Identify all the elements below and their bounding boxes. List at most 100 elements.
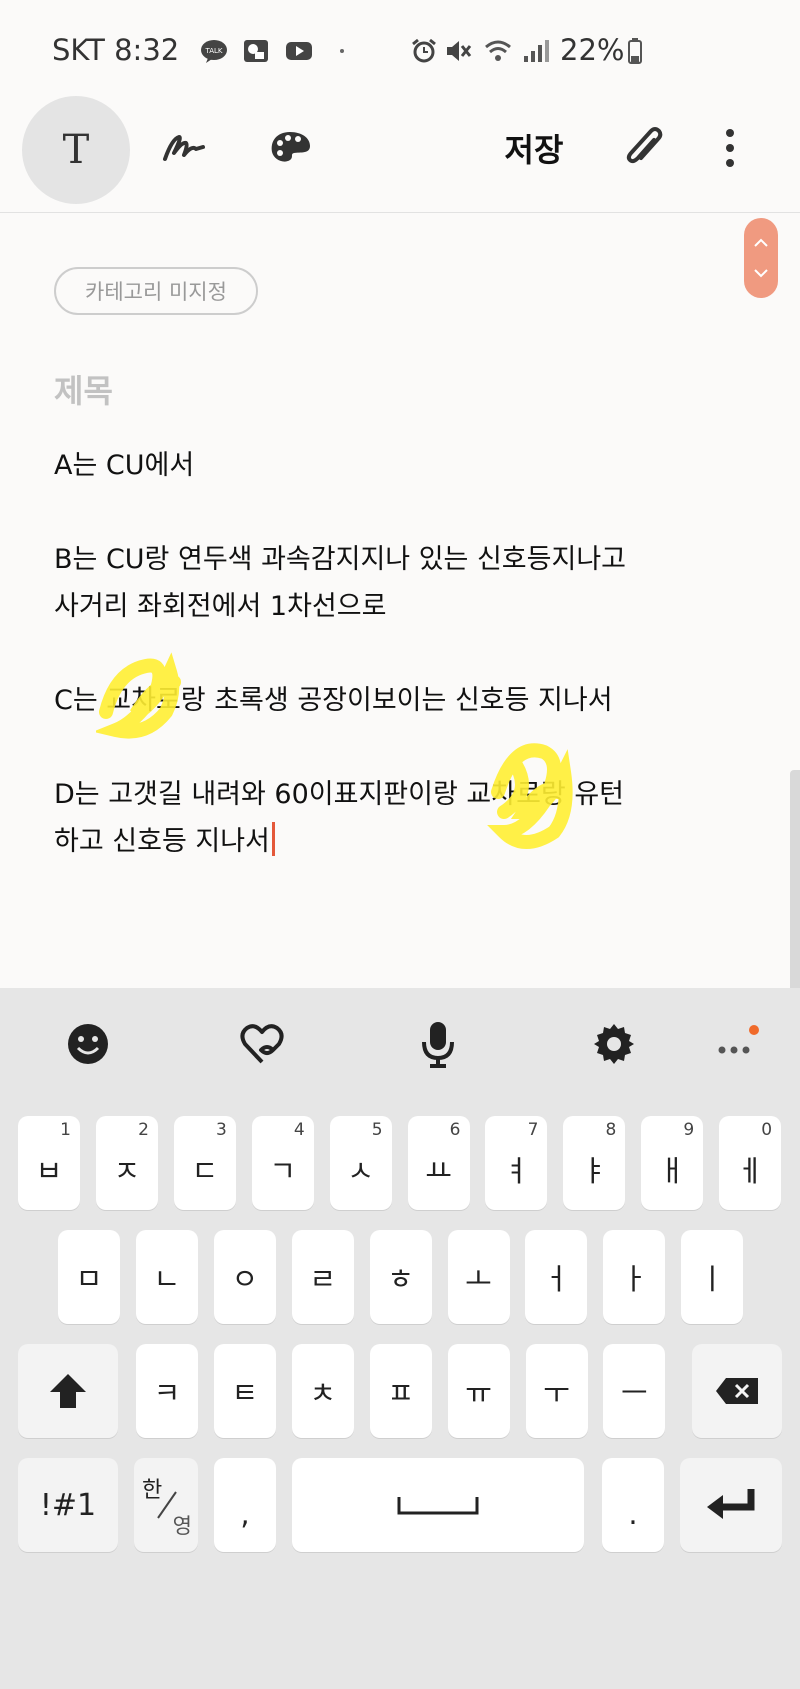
key-label: ㅌ <box>231 1376 259 1410</box>
key[interactable]: ㄹ <box>291 1230 354 1324</box>
lang-bottom-label: 영 <box>172 1514 192 1538</box>
dot-icon <box>340 49 344 53</box>
key-number: 4 <box>293 1120 305 1140</box>
key-label: ㅂ <box>35 1154 63 1188</box>
key[interactable]: 9ㅐ <box>641 1116 704 1210</box>
note-line: 사거리 좌회전에서 1차선으로 <box>54 591 387 622</box>
period-key[interactable]: . <box>602 1458 664 1552</box>
svg-text:TALK: TALK <box>204 47 222 55</box>
keyboard-settings-button[interactable] <box>590 1020 638 1068</box>
more-options-button[interactable] <box>712 1020 760 1068</box>
note-toolbar: T 저장 <box>0 96 800 213</box>
scroll-handle[interactable] <box>744 218 778 298</box>
key[interactable]: ㅋ <box>136 1344 198 1438</box>
key[interactable]: ㅍ <box>369 1344 432 1438</box>
shift-icon <box>50 1374 86 1408</box>
key[interactable]: ㅏ <box>603 1230 666 1324</box>
highlight-scribble <box>96 652 181 739</box>
attach-button[interactable] <box>616 96 672 200</box>
key[interactable]: 8ㅑ <box>563 1116 626 1210</box>
voice-input-button[interactable] <box>414 1020 462 1068</box>
kakaotalk-icon: TALK <box>201 40 227 63</box>
sticker-button[interactable] <box>238 1020 286 1068</box>
more-icon <box>726 129 734 167</box>
battery-percent: 22% <box>560 33 625 67</box>
key-label: ㅍ <box>387 1376 415 1410</box>
shift-key[interactable] <box>18 1344 118 1438</box>
status-bar: SKT 8:32 TALK 22% <box>0 0 800 100</box>
key[interactable]: ㅇ <box>213 1230 276 1324</box>
key-label: ㅛ <box>425 1154 452 1188</box>
key-label: ㅁ <box>75 1262 103 1296</box>
key[interactable]: ㅓ <box>525 1230 588 1324</box>
carrier-time: SKT 8:32 <box>52 33 180 67</box>
key-number: 7 <box>527 1120 539 1140</box>
save-button[interactable]: 저장 <box>492 96 576 200</box>
comma-label: , <box>240 1497 250 1531</box>
backspace-key[interactable] <box>692 1344 782 1438</box>
title-field[interactable]: 제목 <box>54 366 113 412</box>
more-button[interactable] <box>712 96 748 200</box>
key[interactable]: ㅗ <box>447 1230 510 1324</box>
key[interactable]: 0ㅔ <box>719 1116 782 1210</box>
note-line-last: 하고 신호등 지나서 <box>54 818 754 865</box>
keyboard-toolbar <box>0 988 800 1108</box>
key-label: ㅐ <box>658 1154 686 1188</box>
settings-icon <box>594 1024 634 1064</box>
key[interactable]: 3ㄷ <box>173 1116 236 1210</box>
note-line-text: 하고 신호등 지나서 <box>54 826 270 857</box>
text-icon: T <box>62 127 90 173</box>
key[interactable]: ㄴ <box>135 1230 198 1324</box>
symbols-key[interactable]: !#1 <box>18 1458 118 1552</box>
key-label: ㅕ <box>503 1154 530 1188</box>
key[interactable]: ㅌ <box>213 1344 276 1438</box>
more-dots-icon <box>718 1025 759 1054</box>
key[interactable]: ㅊ <box>291 1344 354 1438</box>
key[interactable]: ㅣ <box>681 1230 744 1324</box>
note-line: B는 CU랑 연두색 과속감지지나 있는 신호등지나고 <box>54 544 627 575</box>
key[interactable]: 7ㅕ <box>485 1116 548 1210</box>
emoji-button[interactable] <box>64 1020 112 1068</box>
key[interactable]: 5ㅅ <box>329 1116 392 1210</box>
key-label: ㅊ <box>309 1376 337 1410</box>
attach-icon <box>626 127 663 164</box>
enter-icon <box>707 1489 755 1519</box>
wifi-icon <box>485 40 511 61</box>
key-label: ㄴ <box>153 1262 181 1296</box>
key-number: 6 <box>449 1120 461 1140</box>
palette-button[interactable] <box>262 96 318 200</box>
key-label: ㅠ <box>465 1376 492 1410</box>
key-label: ㄹ <box>309 1262 337 1296</box>
key-label: ㅓ <box>543 1262 570 1296</box>
alarm-icon <box>412 38 436 63</box>
language-key[interactable]: 한 영 <box>134 1458 198 1552</box>
key-label: ㅈ <box>113 1154 141 1188</box>
key[interactable]: ㅠ <box>447 1344 510 1438</box>
key[interactable]: ㅎ <box>369 1230 432 1324</box>
key-number: 8 <box>605 1120 617 1140</box>
space-key[interactable] <box>292 1458 584 1552</box>
comma-key[interactable]: , <box>214 1458 276 1552</box>
key[interactable]: 2ㅈ <box>95 1116 158 1210</box>
handwriting-icon <box>163 135 205 161</box>
key-number: 5 <box>371 1120 383 1140</box>
key[interactable]: ㅜ <box>525 1344 588 1438</box>
key[interactable]: 1ㅂ <box>18 1116 80 1210</box>
key[interactable]: ㅡ <box>603 1344 666 1438</box>
emoji-icon <box>68 1024 108 1064</box>
key-number: 0 <box>761 1120 773 1140</box>
sticker-icon <box>240 1024 284 1064</box>
key-number: 3 <box>215 1120 227 1140</box>
key-label: ㅑ <box>580 1154 608 1188</box>
category-chip[interactable]: 카테고리 미지정 <box>54 267 258 315</box>
handwriting-button[interactable] <box>156 96 212 200</box>
enter-key[interactable] <box>680 1458 782 1552</box>
text-mode-button[interactable]: T <box>22 96 130 204</box>
battery-icon <box>628 38 642 64</box>
key[interactable]: 6ㅛ <box>407 1116 470 1210</box>
key[interactable]: ㅁ <box>58 1230 120 1324</box>
key-label: ㅔ <box>736 1154 764 1188</box>
key-label: ㅡ <box>621 1376 648 1410</box>
key-label: ㅇ <box>231 1262 259 1296</box>
key[interactable]: 4ㄱ <box>251 1116 314 1210</box>
